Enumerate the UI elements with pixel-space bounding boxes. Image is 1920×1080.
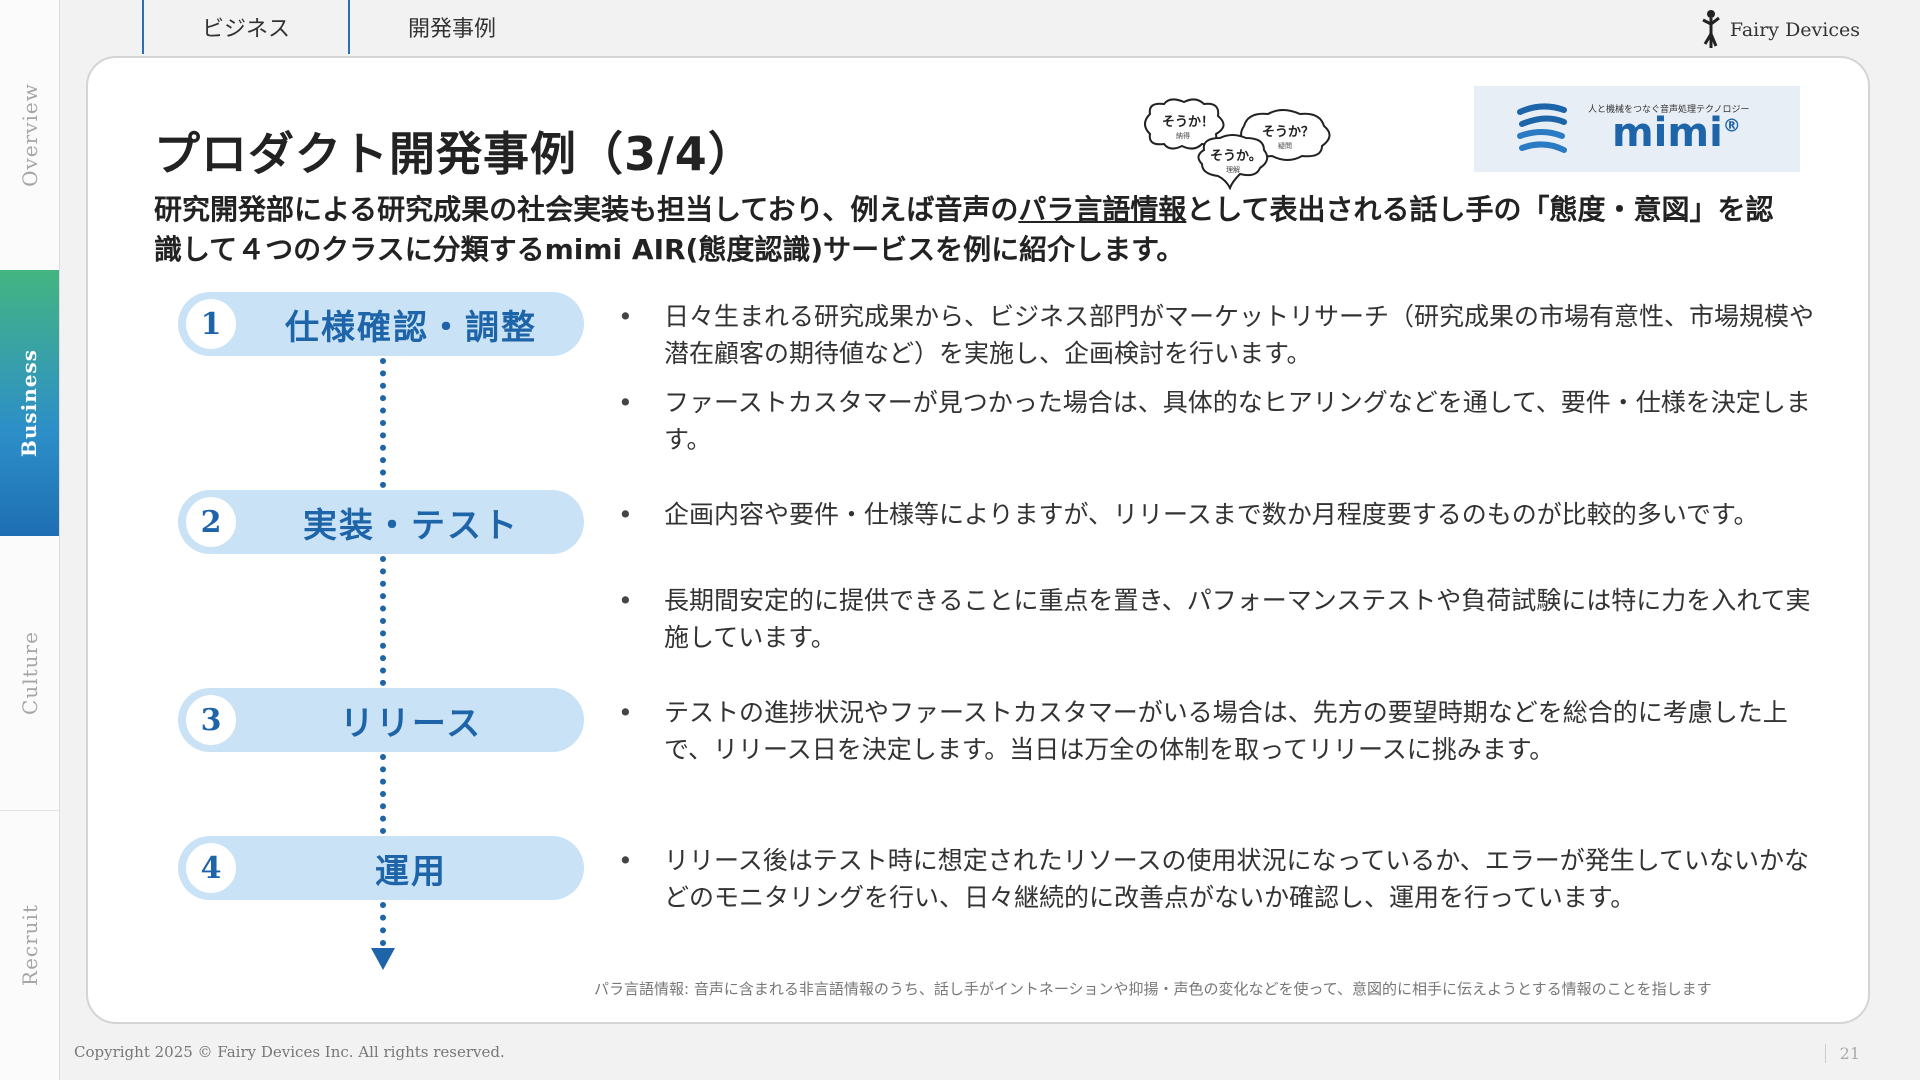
brand-name: Fairy Devices: [1729, 19, 1860, 41]
nav-item-business[interactable]: Business: [0, 270, 59, 536]
subtitle-term: パラ言語情報: [1018, 193, 1187, 226]
brand-logo: Fairy Devices: [1700, 8, 1860, 52]
footnote: パラ言語情報: 音声に含まれる非言語情報のうち、話し手がイントネーションや抑揚・…: [594, 980, 1712, 998]
mimi-logo: 人と機械をつなぐ音声処理テクノロジー mimi®: [1474, 86, 1800, 172]
bullet-item: 日々生まれる研究成果から、ビジネス部門がマーケットリサーチ（研究成果の市場有意性…: [618, 298, 1818, 372]
fairy-icon: [1702, 10, 1720, 48]
page-number: 21: [1824, 1044, 1860, 1063]
logo-name: mimi: [1612, 110, 1723, 156]
step-label: 仕様確認・調整: [285, 307, 537, 348]
nav-item-label: Culture: [17, 631, 42, 715]
step-connector: [380, 556, 386, 686]
copyright: Copyright 2025 © Fairy Devices Inc. All …: [74, 1043, 505, 1061]
bubble-text: そうか。: [1210, 149, 1262, 164]
step-connector: [380, 358, 386, 488]
bullet-item: テストの進捗状況やファーストカスタマーがいる場合は、先方の要望時期などを総合的に…: [618, 694, 1818, 768]
top-tabs: ビジネス 開発事例: [142, 0, 554, 54]
logo-wordmark: mimi®: [1612, 110, 1741, 156]
step-number: 1: [186, 299, 236, 349]
bullet-item: 長期間安定的に提供できることに重点を置き、パフォーマンステストや負荷試験には特に…: [618, 582, 1818, 656]
step-label: リリース: [339, 703, 483, 744]
step-label: 運用: [375, 851, 447, 892]
step-connector: [380, 902, 386, 946]
step-label: 実装・テスト: [303, 505, 519, 546]
step-pill-4: 4 運用: [178, 836, 584, 900]
mimi-swirl-icon: [1517, 103, 1567, 153]
nav-item-label: Business: [17, 348, 42, 458]
bubble-note: 理解: [1226, 165, 1240, 174]
step-pill-1: 1 仕様確認・調整: [178, 292, 584, 356]
slide-subtitle: 研究開発部による研究成果の社会実装も担当しており、例えば音声のパラ言語情報として…: [154, 190, 1794, 270]
side-nav: Overview Business Culture Recruit: [0, 0, 60, 1080]
nav-item-label: Recruit: [17, 904, 42, 986]
nav-item-culture[interactable]: Culture: [0, 536, 59, 811]
bubble-note: 疑問: [1278, 141, 1292, 150]
bubble-note: 納得: [1176, 131, 1190, 140]
slide-card: プロダクト開発事例（3/4） 研究開発部による研究成果の社会実装も担当しており、…: [86, 56, 1870, 1024]
page-title: プロダクト開発事例（3/4）: [154, 127, 755, 181]
tab-business[interactable]: ビジネス: [142, 0, 350, 54]
arrow-down-icon: [371, 948, 395, 970]
tab-dev-cases[interactable]: 開発事例: [350, 0, 554, 54]
bubble-text: そうか？: [1262, 125, 1314, 140]
bubble-text: そうか！: [1162, 115, 1214, 130]
step-number: 4: [186, 843, 236, 893]
registered-mark: ®: [1722, 115, 1741, 137]
bullet-item: ファーストカスタマーが見つかった場合は、具体的なヒアリングなどを通して、要件・仕…: [618, 384, 1818, 458]
step-number: 2: [186, 497, 236, 547]
nav-item-label: Overview: [17, 83, 42, 187]
nav-item-overview[interactable]: Overview: [0, 0, 59, 271]
step-pill-3: 3 リリース: [178, 688, 584, 752]
bullet-item: 企画内容や要件・仕様等によりますが、リリースまで数か月程度要するのものが比較的多…: [618, 496, 1818, 533]
speech-bubbles-illustration: そうか！ 納得 そうか？ 疑問 そうか。 理解: [1144, 98, 1331, 190]
step-connector: [380, 754, 386, 834]
nav-item-recruit[interactable]: Recruit: [0, 810, 59, 1080]
step-number: 3: [186, 695, 236, 745]
subtitle-text: 研究開発部による研究成果の社会実装も担当しており、例えば音声の: [154, 193, 1019, 226]
bullet-item: リリース後はテスト時に想定されたリソースの使用状況になっているか、エラーが発生し…: [618, 842, 1818, 916]
step-pill-2: 2 実装・テスト: [178, 490, 584, 554]
